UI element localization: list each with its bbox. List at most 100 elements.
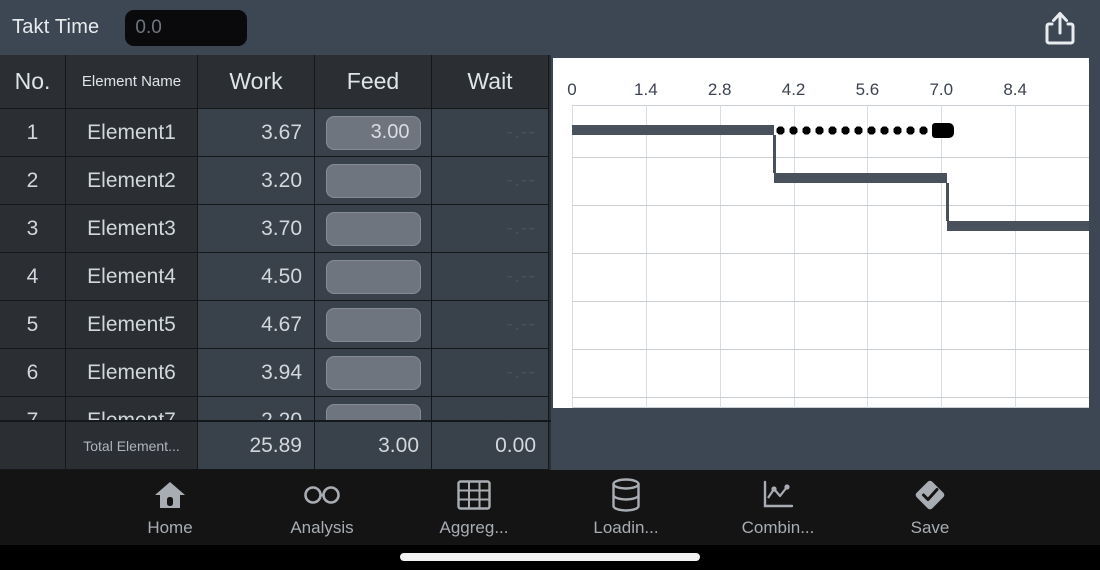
feed-input[interactable] — [325, 307, 421, 342]
feed-input[interactable] — [325, 163, 421, 198]
bottom-tab-bar: Home Analysis Aggreg... Loadin... Combin... S… — [0, 470, 1100, 545]
table-header-row: No. Element Name Work Feed Wait — [0, 55, 551, 109]
app-root: Takt Time 0.0 No. Element Name Work Feed… — [0, 0, 1100, 570]
chart-gridline-horizontal — [572, 349, 1089, 350]
table-row[interactable]: 4 Element4 4.50 -.-- — [0, 253, 551, 301]
cell-element-name[interactable]: Element3 — [66, 205, 198, 253]
x-axis-tick-label: 0 — [567, 80, 577, 99]
tab-combin[interactable]: Combin... — [702, 472, 854, 544]
table-row[interactable]: 5 Element5 4.67 -.-- — [0, 301, 551, 349]
tab-loadin[interactable]: Loadin... — [550, 472, 702, 544]
table-row[interactable]: 1 Element1 3.67 3.00 -.-- — [0, 109, 551, 157]
feed-input[interactable] — [325, 259, 421, 294]
cell-wait: -.-- — [432, 109, 549, 157]
cell-element-name[interactable]: Element5 — [66, 301, 198, 349]
table-total-row: Total Element... 25.89 3.00 0.00 — [0, 420, 551, 470]
chart-gridline-horizontal — [572, 301, 1089, 302]
chart-feed-arrow-cap — [932, 123, 954, 138]
chart-gridline-horizontal — [572, 253, 1089, 254]
chart-work-bar — [773, 173, 947, 183]
chart-gridline-vertical — [719, 105, 721, 408]
cell-no: 1 — [0, 109, 66, 157]
tab-label: Home — [147, 517, 193, 537]
chart-plot-area — [553, 105, 1089, 408]
tab-save[interactable]: Save — [854, 472, 1006, 544]
cell-work[interactable]: 3.70 — [198, 205, 315, 253]
home-indicator — [400, 553, 700, 561]
column-header-name: Element Name — [66, 55, 198, 109]
takt-time-label: Takt Time — [12, 16, 100, 38]
glasses-icon — [302, 478, 342, 512]
cell-element-name[interactable]: Element6 — [66, 349, 198, 397]
cell-wait: -.-- — [432, 205, 549, 253]
cell-no: 3 — [0, 205, 66, 253]
chart-gridline-horizontal — [572, 397, 1089, 398]
chart-step-connector — [945, 183, 949, 221]
cell-element-name[interactable]: Element1 — [66, 109, 198, 157]
chart-gridline-vertical — [941, 105, 943, 408]
x-axis-tick-label: 8.4 — [1003, 80, 1027, 99]
cell-work[interactable]: 4.67 — [198, 301, 315, 349]
cell-work[interactable]: 3.20 — [198, 157, 315, 205]
wait-value: -.-- — [506, 169, 536, 191]
x-axis-tick-label: 7.0 — [929, 80, 954, 99]
column-header-work: Work — [198, 55, 315, 109]
chart-gridline-horizontal — [572, 157, 1089, 158]
chart-gridline-vertical — [572, 105, 573, 408]
wait-value: -.-- — [506, 265, 536, 287]
wait-value: -.-- — [506, 121, 536, 143]
cell-feed — [315, 205, 432, 253]
column-header-no: No. — [0, 55, 66, 109]
table-row[interactable]: 3 Element3 3.70 -.-- — [0, 205, 551, 253]
tab-label: Analysis — [290, 517, 354, 537]
feed-input[interactable] — [325, 355, 421, 390]
chart-x-axis: 0 1.4 2.8 4.2 5.6 7.0 8.4 — [553, 58, 1089, 105]
cell-wait: -.-- — [432, 157, 549, 205]
plot-bottom-border — [572, 407, 1089, 408]
cell-wait: -.-- — [432, 349, 549, 397]
cell-feed — [315, 157, 432, 205]
top-bar: Takt Time 0.0 — [0, 0, 1100, 55]
cell-work[interactable]: 3.67 — [198, 109, 315, 157]
table-row[interactable]: 6 Element6 3.94 -.-- — [0, 349, 551, 397]
database-icon — [611, 477, 641, 512]
cell-work[interactable]: 3.94 — [198, 349, 315, 397]
cell-feed — [315, 253, 432, 301]
cell-work[interactable]: 4.50 — [198, 253, 315, 301]
total-feed: 3.00 — [315, 422, 432, 470]
chart-step-connector — [772, 135, 776, 173]
cell-element-name[interactable]: Element4 — [66, 253, 198, 301]
x-axis-tick-label: 1.4 — [634, 80, 658, 99]
chart-gridline-vertical — [1015, 105, 1017, 408]
wait-value: -.-- — [506, 313, 536, 335]
x-axis-tick-label: 2.8 — [707, 80, 732, 99]
cell-feed — [315, 349, 432, 397]
element-table: No. Element Name Work Feed Wait 1 Element… — [0, 55, 551, 470]
chart-gridline-horizontal — [572, 205, 1089, 206]
chart-gridline-vertical — [793, 105, 795, 408]
chart-feed-dotted-line — [773, 126, 936, 135]
chart-gridline-vertical — [867, 105, 869, 408]
tab-aggreg[interactable]: Aggreg... — [398, 472, 550, 544]
total-label: Total Element... — [66, 422, 198, 470]
cell-wait: -.-- — [432, 301, 549, 349]
tab-analysis[interactable]: Analysis — [246, 472, 398, 544]
takt-time-value: 0.0 — [135, 16, 162, 38]
combination-chart-panel: 0 1.4 2.8 4.2 5.6 7.0 8.4 — [551, 55, 1100, 470]
plot-top-border — [572, 105, 1089, 106]
cell-no: 4 — [0, 253, 66, 301]
tab-label: Combin... — [741, 517, 815, 537]
feed-input[interactable] — [325, 211, 421, 246]
cell-feed: 3.00 — [315, 109, 432, 157]
total-no — [0, 422, 66, 470]
cell-feed — [315, 301, 432, 349]
cell-element-name[interactable]: Element2 — [66, 157, 198, 205]
takt-time-input[interactable]: 0.0 — [125, 9, 248, 46]
feed-input[interactable]: 3.00 — [325, 115, 421, 150]
tab-home[interactable]: Home — [94, 472, 246, 544]
column-header-feed: Feed — [315, 55, 432, 109]
total-wait: 0.00 — [432, 422, 549, 470]
share-icon[interactable] — [1038, 6, 1082, 50]
tab-label: Save — [910, 517, 950, 537]
table-row[interactable]: 2 Element2 3.20 -.-- — [0, 157, 551, 205]
